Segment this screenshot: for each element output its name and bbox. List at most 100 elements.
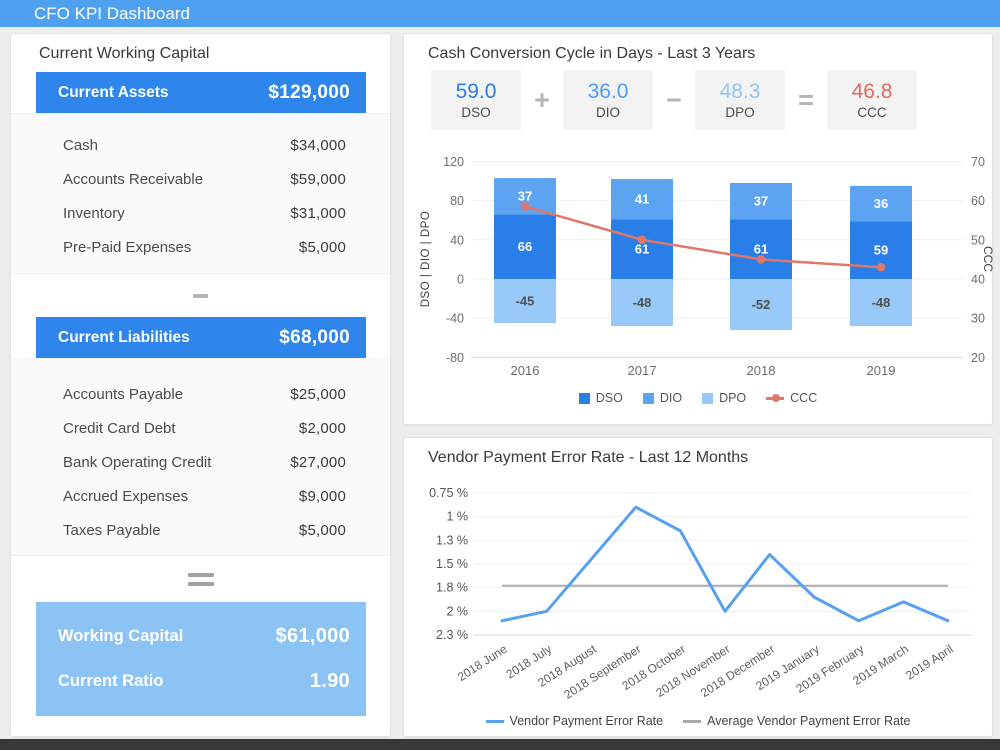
ccc-point-2016[interactable] (521, 202, 530, 211)
kpi-dio-value: 36.0 (588, 80, 629, 104)
ccc-point-2017[interactable] (638, 236, 647, 245)
asset-rows: Cash $34,000 Accounts Receivable $59,000… (11, 113, 390, 274)
ccc-title: Cash Conversion Cycle in Days - Last 3 Y… (428, 45, 755, 63)
current-liabilities-header[interactable]: Current Liabilities $68,000 (36, 317, 366, 358)
legend-item-average[interactable]: Average Vendor Payment Error Rate (683, 714, 910, 728)
left-axis-tick: 120 (443, 155, 464, 169)
working-capital-title: Current Working Capital (39, 45, 209, 63)
legend-label: Vendor Payment Error Rate (510, 714, 664, 728)
minus-operator-icon (11, 274, 390, 317)
current-assets-header[interactable]: Current Assets $129,000 (36, 72, 366, 113)
working-capital-panel: Current Working Capital Current Assets $… (10, 33, 391, 737)
summary-row: Working Capital $61,000 (58, 614, 350, 659)
y-axis-tick: 1.5 % (436, 557, 468, 571)
app-title: CFO KPI Dashboard (0, 0, 1000, 27)
row-value: $5,000 (299, 239, 346, 256)
legend-item-dso[interactable]: DSO (579, 391, 623, 405)
kpi-ccc-label: CCC (857, 105, 886, 120)
y-axis-tick: 2 % (446, 604, 468, 618)
row-value: $34,000 (290, 137, 346, 154)
x-axis-tick: 2019 (867, 363, 896, 378)
row-label: Credit Card Debt (63, 420, 176, 437)
plus-icon: + (521, 85, 563, 116)
left-axis-tick: 80 (450, 194, 464, 208)
ccc-line (525, 206, 881, 267)
bar-label: 66 (518, 239, 532, 254)
bar-label: 37 (518, 189, 532, 204)
current-assets-label: Current Assets (58, 84, 169, 102)
table-row: Accounts Payable $25,000 (63, 377, 346, 411)
row-label: Cash (63, 137, 98, 154)
kpi-dpo[interactable]: 48.3 DPO (695, 70, 785, 130)
legend-label: CCC (790, 391, 817, 405)
legend-item-ccc[interactable]: CCC (766, 391, 817, 405)
row-value: $25,000 (290, 386, 346, 403)
bar-label: -48 (633, 295, 652, 310)
current-liabilities-label: Current Liabilities (58, 329, 190, 347)
right-axis-tick: 70 (971, 155, 985, 169)
vendor-line-chart: 0.75 %1 %1.3 %1.5 %1.8 %2 %2.3 %2018 Jun… (416, 471, 994, 709)
legend-swatch-icon (702, 393, 713, 404)
equals-operator-icon (11, 556, 390, 602)
y-axis-tick: 2.3 % (436, 628, 468, 642)
ccc-point-2018[interactable] (757, 255, 766, 264)
legend-label: DIO (660, 391, 682, 405)
vendor-chart-legend: Vendor Payment Error Rate Average Vendor … (404, 714, 992, 728)
ccc-point-2019[interactable] (877, 263, 886, 272)
ccc-stacked-bar-chart: 1207080604050040-4030-8020DSO | DIO | DP… (418, 149, 994, 387)
ccc-kpi-row: 59.0 DSO + 36.0 DIO − 48.3 DPO = 46.8 CC… (431, 70, 917, 130)
working-capital-summary[interactable]: Working Capital $61,000 Current Ratio 1.… (36, 602, 366, 716)
table-row: Accounts Receivable $59,000 (63, 162, 346, 196)
bar-label: 37 (754, 194, 768, 209)
summary-value: $61,000 (276, 625, 350, 648)
bar-label: -45 (516, 294, 535, 309)
kpi-dso-value: 59.0 (456, 80, 497, 104)
legend-item-error-rate[interactable]: Vendor Payment Error Rate (486, 714, 664, 728)
row-value: $9,000 (299, 488, 346, 505)
left-axis-tick: -40 (446, 312, 464, 326)
bar-label: 41 (635, 192, 649, 207)
ccc-chart-legend: DSO DIO DPO CCC (404, 391, 992, 405)
table-row: Inventory $31,000 (63, 196, 346, 230)
x-axis-tick: 2019 April (903, 642, 955, 683)
table-row: Cash $34,000 (63, 128, 346, 162)
summary-value: 1.90 (310, 670, 350, 693)
legend-item-dio[interactable]: DIO (643, 391, 682, 405)
row-value: $59,000 (290, 171, 346, 188)
y-axis-tick: 0.75 % (429, 486, 468, 500)
x-axis-tick: 2018 (747, 363, 776, 378)
x-axis-tick: 2018 September (561, 642, 643, 702)
current-liabilities-value: $68,000 (279, 327, 350, 349)
summary-row: Current Ratio 1.90 (58, 659, 350, 704)
summary-label: Working Capital (58, 627, 183, 646)
bar-label: -52 (752, 297, 771, 312)
bar-label: 36 (874, 196, 888, 211)
kpi-ccc-value: 46.8 (852, 80, 893, 104)
row-label: Accounts Receivable (63, 171, 203, 188)
liability-rows: Accounts Payable $25,000 Credit Card Deb… (11, 358, 390, 556)
legend-item-dpo[interactable]: DPO (702, 391, 746, 405)
table-row: Pre-Paid Expenses $5,000 (63, 230, 346, 264)
bar-label: -48 (872, 295, 891, 310)
kpi-dio[interactable]: 36.0 DIO (563, 70, 653, 130)
summary-label: Current Ratio (58, 672, 163, 691)
row-value: $27,000 (290, 454, 346, 471)
row-label: Bank Operating Credit (63, 454, 211, 471)
kpi-ccc[interactable]: 46.8 CCC (827, 70, 917, 130)
row-value: $31,000 (290, 205, 346, 222)
app-header-bar: CFO KPI Dashboard (0, 0, 1000, 27)
row-label: Pre-Paid Expenses (63, 239, 191, 256)
equals-icon: = (785, 85, 827, 116)
table-row: Accrued Expenses $9,000 (63, 479, 346, 513)
right-axis-label: CCC (981, 246, 994, 272)
right-axis-tick: 60 (971, 194, 985, 208)
row-label: Inventory (63, 205, 125, 222)
row-value: $5,000 (299, 522, 346, 539)
kpi-dio-label: DIO (596, 105, 620, 120)
kpi-dpo-label: DPO (725, 105, 754, 120)
kpi-dso[interactable]: 59.0 DSO (431, 70, 521, 130)
minus-icon: − (653, 85, 695, 116)
y-axis-tick: 1.3 % (436, 533, 468, 547)
table-row: Bank Operating Credit $27,000 (63, 445, 346, 479)
legend-line-marker-icon (486, 720, 504, 723)
